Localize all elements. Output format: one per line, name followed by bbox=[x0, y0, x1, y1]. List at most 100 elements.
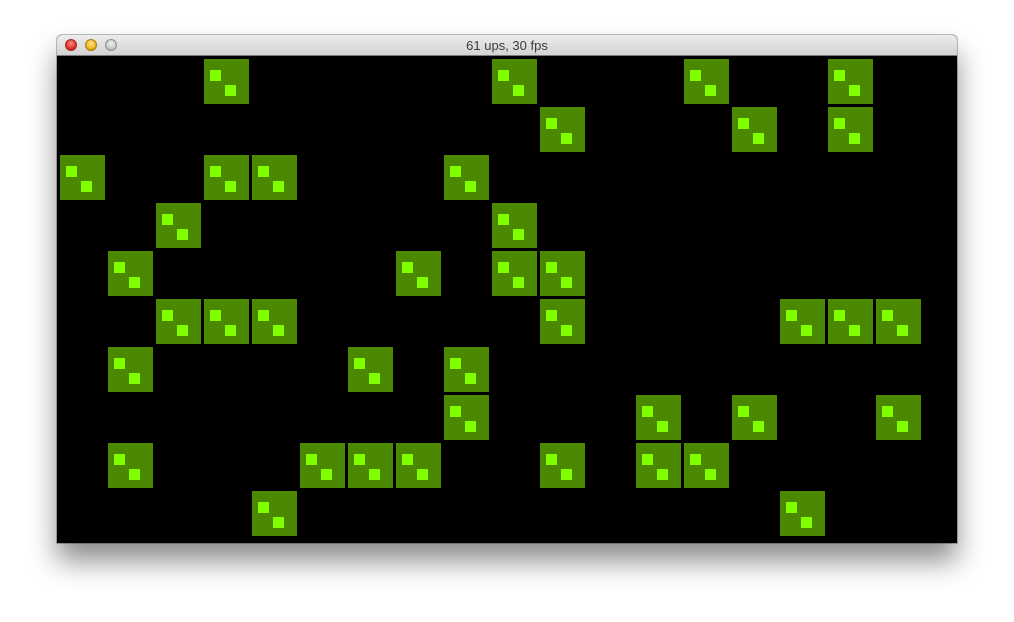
cell-pip bbox=[546, 310, 557, 321]
live-cell[interactable] bbox=[540, 251, 585, 296]
cell-pip bbox=[465, 421, 476, 432]
cell-pip bbox=[210, 310, 221, 321]
live-cell[interactable] bbox=[828, 59, 873, 104]
live-cell[interactable] bbox=[828, 299, 873, 344]
cell-pip bbox=[786, 310, 797, 321]
game-board[interactable] bbox=[57, 56, 957, 543]
title-bar[interactable]: 61 ups, 30 fps bbox=[57, 35, 957, 56]
cell-pip bbox=[498, 214, 509, 225]
live-cell[interactable] bbox=[204, 299, 249, 344]
live-cell[interactable] bbox=[540, 299, 585, 344]
cell-pip bbox=[258, 310, 269, 321]
cell-pip bbox=[561, 325, 572, 336]
cell-pip bbox=[657, 421, 668, 432]
cell-pip bbox=[129, 373, 140, 384]
live-cell[interactable] bbox=[780, 299, 825, 344]
live-cell[interactable] bbox=[444, 395, 489, 440]
live-cell[interactable] bbox=[204, 59, 249, 104]
live-cell[interactable] bbox=[492, 59, 537, 104]
cell-pip bbox=[546, 118, 557, 129]
cell-pip bbox=[354, 454, 365, 465]
live-cell[interactable] bbox=[108, 251, 153, 296]
live-cell[interactable] bbox=[732, 107, 777, 152]
live-cell[interactable] bbox=[396, 251, 441, 296]
cell-pip bbox=[738, 118, 749, 129]
cell-pip bbox=[177, 325, 188, 336]
live-cell[interactable] bbox=[732, 395, 777, 440]
live-cell[interactable] bbox=[348, 347, 393, 392]
cell-pip bbox=[81, 181, 92, 192]
cell-pip bbox=[465, 373, 476, 384]
cell-pip bbox=[258, 166, 269, 177]
cell-pip bbox=[354, 358, 365, 369]
live-cell[interactable] bbox=[444, 155, 489, 200]
cell-pip bbox=[210, 70, 221, 81]
cell-pip bbox=[465, 181, 476, 192]
cell-pip bbox=[369, 469, 380, 480]
cell-pip bbox=[114, 262, 125, 273]
cell-pip bbox=[753, 421, 764, 432]
live-cell[interactable] bbox=[300, 443, 345, 488]
live-cell[interactable] bbox=[636, 443, 681, 488]
cell-pip bbox=[210, 166, 221, 177]
cell-pip bbox=[321, 469, 332, 480]
cell-pip bbox=[450, 166, 461, 177]
cell-pip bbox=[642, 454, 653, 465]
cell-pip bbox=[882, 310, 893, 321]
cell-pip bbox=[513, 229, 524, 240]
live-cell[interactable] bbox=[828, 107, 873, 152]
cell-pip bbox=[642, 406, 653, 417]
live-cell[interactable] bbox=[108, 347, 153, 392]
cell-pip bbox=[834, 70, 845, 81]
live-cell[interactable] bbox=[252, 491, 297, 536]
cell-pip bbox=[450, 358, 461, 369]
cell-pip bbox=[129, 277, 140, 288]
live-cell[interactable] bbox=[876, 299, 921, 344]
live-cell[interactable] bbox=[108, 443, 153, 488]
cell-pip bbox=[546, 262, 557, 273]
cell-pip bbox=[657, 469, 668, 480]
cell-pip bbox=[273, 181, 284, 192]
cell-pip bbox=[417, 277, 428, 288]
cell-pip bbox=[513, 277, 524, 288]
cell-pip bbox=[129, 469, 140, 480]
live-cell[interactable] bbox=[636, 395, 681, 440]
live-cell[interactable] bbox=[540, 443, 585, 488]
live-cell[interactable] bbox=[156, 299, 201, 344]
live-cell[interactable] bbox=[684, 59, 729, 104]
cell-pip bbox=[786, 502, 797, 513]
cell-pip bbox=[273, 517, 284, 528]
live-cell[interactable] bbox=[252, 155, 297, 200]
cell-pip bbox=[801, 325, 812, 336]
cell-pip bbox=[66, 166, 77, 177]
live-cell[interactable] bbox=[876, 395, 921, 440]
live-cell[interactable] bbox=[204, 155, 249, 200]
cell-pip bbox=[801, 517, 812, 528]
live-cell[interactable] bbox=[684, 443, 729, 488]
app-window: 61 ups, 30 fps bbox=[57, 35, 957, 543]
live-cell[interactable] bbox=[540, 107, 585, 152]
live-cell[interactable] bbox=[252, 299, 297, 344]
cell-pip bbox=[273, 325, 284, 336]
cell-pip bbox=[849, 85, 860, 96]
cell-pip bbox=[498, 262, 509, 273]
cell-pip bbox=[369, 373, 380, 384]
cell-pip bbox=[177, 229, 188, 240]
cell-pip bbox=[402, 262, 413, 273]
live-cell[interactable] bbox=[156, 203, 201, 248]
live-cell[interactable] bbox=[348, 443, 393, 488]
cell-pip bbox=[753, 133, 764, 144]
live-cell[interactable] bbox=[396, 443, 441, 488]
live-cell[interactable] bbox=[492, 203, 537, 248]
live-cell[interactable] bbox=[780, 491, 825, 536]
cell-pip bbox=[498, 70, 509, 81]
cell-pip bbox=[705, 85, 716, 96]
cell-pip bbox=[546, 454, 557, 465]
live-cell[interactable] bbox=[492, 251, 537, 296]
cell-pip bbox=[561, 277, 572, 288]
live-cell[interactable] bbox=[60, 155, 105, 200]
cell-pip bbox=[162, 310, 173, 321]
cell-pip bbox=[162, 214, 173, 225]
cell-pip bbox=[882, 406, 893, 417]
live-cell[interactable] bbox=[444, 347, 489, 392]
